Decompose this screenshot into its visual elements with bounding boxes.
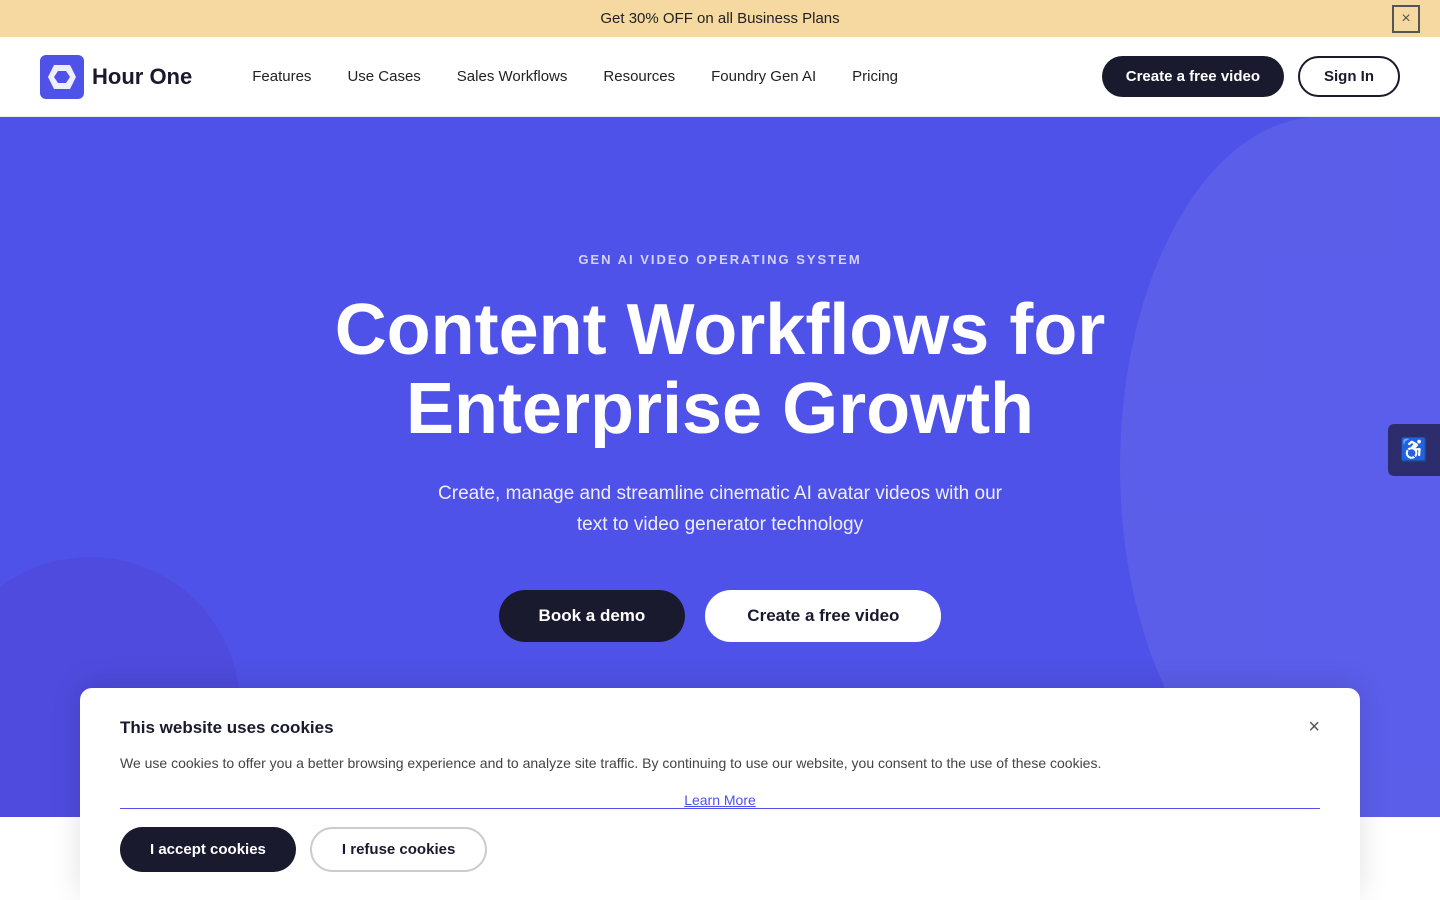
- hero-title: Content Workflows for Enterprise Growth: [335, 291, 1106, 449]
- accessibility-icon: ♿: [1400, 437, 1427, 463]
- accessibility-button[interactable]: ♿: [1388, 424, 1440, 476]
- cookie-body-text: We use cookies to offer you a better bro…: [120, 753, 1320, 774]
- accept-cookies-button[interactable]: I accept cookies: [120, 827, 296, 872]
- hero-title-line2: Enterprise Growth: [406, 369, 1034, 449]
- cookie-actions: I accept cookies I refuse cookies: [120, 827, 1320, 872]
- hero-buttons: Book a demo Create a free video: [499, 590, 942, 642]
- nav-actions: Create a free video Sign In: [1102, 56, 1400, 97]
- cookie-header: This website uses cookies ×: [120, 716, 1320, 739]
- nav-pricing[interactable]: Pricing: [852, 68, 898, 85]
- nav-use-cases[interactable]: Use Cases: [347, 68, 420, 85]
- nav-features[interactable]: Features: [252, 68, 311, 85]
- close-cookie-button[interactable]: ×: [1308, 716, 1320, 739]
- banner-text: Get 30% OFF on all Business Plans: [600, 10, 839, 27]
- logo-text: Hour One: [92, 64, 192, 90]
- refuse-cookies-button[interactable]: I refuse cookies: [310, 827, 487, 872]
- top-banner: Get 30% OFF on all Business Plans ×: [0, 0, 1440, 37]
- cookie-banner: This website uses cookies × We use cooki…: [80, 688, 1360, 900]
- cookie-text: We use cookies to offer you a better bro…: [120, 755, 1101, 771]
- book-demo-button[interactable]: Book a demo: [499, 590, 686, 642]
- create-free-video-hero-button[interactable]: Create a free video: [705, 590, 941, 642]
- create-free-video-nav-button[interactable]: Create a free video: [1102, 56, 1284, 97]
- nav-sales-workflows[interactable]: Sales Workflows: [457, 68, 568, 85]
- close-banner-button[interactable]: ×: [1392, 5, 1420, 33]
- nav-resources[interactable]: Resources: [603, 68, 675, 85]
- cookie-title: This website uses cookies: [120, 718, 334, 738]
- logo-link[interactable]: Hour One: [40, 55, 192, 99]
- hero-title-line1: Content Workflows for: [335, 290, 1106, 370]
- hero-eyebrow: GEN AI VIDEO OPERATING SYSTEM: [578, 252, 861, 267]
- logo-icon: [40, 55, 84, 99]
- sign-in-button[interactable]: Sign In: [1298, 56, 1400, 97]
- nav-foundry-gen-ai[interactable]: Foundry Gen AI: [711, 68, 816, 85]
- hero-subtitle: Create, manage and streamline cinematic …: [430, 479, 1010, 540]
- cookie-learn-more-link[interactable]: Learn More: [120, 792, 1320, 809]
- nav-links: Features Use Cases Sales Workflows Resou…: [252, 68, 1102, 85]
- navbar: Hour One Features Use Cases Sales Workfl…: [0, 37, 1440, 117]
